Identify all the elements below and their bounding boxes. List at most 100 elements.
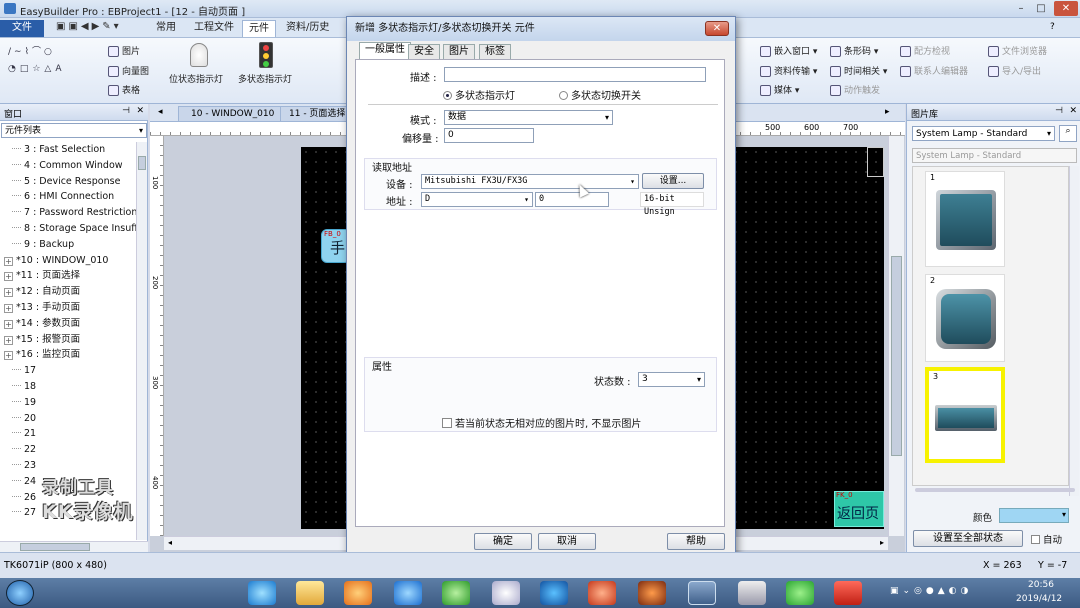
tree-item[interactable]: + *11 : 页面选择 [4, 268, 80, 283]
tree-item[interactable]: + *14 : 参数页面 [4, 316, 80, 331]
expand-icon[interactable]: + [4, 351, 13, 361]
radio-multi-switch[interactable]: 多状态切换开关 [559, 87, 641, 102]
quick-access-icons[interactable]: ▣▣◀▶✎▾ [56, 21, 122, 32]
tab-scroll-left-icon[interactable]: ◂ [158, 107, 163, 117]
contact-editor-button[interactable]: 联系人编辑器 [900, 64, 968, 77]
tab-data-history[interactable]: 资料/历史 [280, 20, 335, 37]
picture-button[interactable]: 图片 [108, 44, 140, 57]
expand-icon[interactable]: + [4, 335, 13, 345]
expand-icon[interactable]: + [4, 256, 13, 266]
document-icon[interactable] [738, 581, 766, 605]
tree-item[interactable]: 20 [12, 411, 36, 426]
tab-picture[interactable]: 图片 [443, 44, 475, 60]
tree-item[interactable]: 19 [12, 395, 36, 410]
canvas-object-frame[interactable] [867, 147, 884, 177]
address-type-select[interactable]: D ▾ [421, 192, 533, 207]
start-button-icon[interactable] [6, 580, 34, 606]
expand-icon[interactable]: + [4, 272, 13, 282]
return-button-object[interactable]: FK_0 返回页 [834, 491, 884, 527]
panel-close-icon[interactable]: ✕ [136, 106, 144, 116]
editor-vscrollbar[interactable] [888, 136, 904, 536]
editor-tab-page-select[interactable]: 11 - 页面选择 [280, 106, 355, 122]
ok-button[interactable]: 确定 [474, 533, 532, 550]
mode-select[interactable]: 数据 ▾ [444, 110, 613, 125]
tab-label[interactable]: 标签 [479, 44, 511, 60]
ie-icon[interactable] [248, 581, 276, 605]
tree-item[interactable]: 3 : Fast Selection [12, 142, 105, 157]
tree-item[interactable]: + *10 : WINDOW_010 [4, 253, 108, 268]
library-combo[interactable]: System Lamp - Standard ▾ [912, 126, 1055, 141]
states-select[interactable]: 3 ▾ [638, 372, 705, 387]
tray-icons[interactable]: ▣⌄◎●▲◐◑ [890, 586, 972, 596]
tree-scrollbar[interactable] [136, 142, 147, 540]
folder-icon[interactable] [296, 581, 324, 605]
tab-project[interactable]: 工程文件 [188, 20, 240, 37]
lamp-thumb-2[interactable]: 2 [925, 274, 1005, 362]
recorder-icon[interactable] [638, 581, 666, 605]
pin-icon[interactable]: ⊣ [122, 106, 130, 116]
tree-item[interactable]: 18 [12, 379, 36, 394]
address-input[interactable]: 0 [535, 192, 609, 207]
lamp-thumb-1[interactable]: 1 [925, 171, 1005, 267]
tree-item[interactable]: 17 [12, 363, 36, 378]
device-select[interactable]: Mitsubishi FX3U/FX3G ▾ [421, 174, 639, 189]
easybuilder-icon[interactable] [688, 581, 716, 605]
size-slider[interactable] [915, 488, 1075, 492]
desc-input[interactable] [444, 67, 706, 82]
pin-icon[interactable]: ⊣ [1055, 106, 1063, 116]
close-icon[interactable]: ✕ [1054, 1, 1078, 16]
expand-icon[interactable]: + [4, 319, 13, 329]
tree-item[interactable]: 21 [12, 426, 36, 441]
expand-icon[interactable]: + [4, 304, 13, 313]
bit-lamp-button[interactable]: 位状态指示灯 [169, 72, 223, 85]
tab-security[interactable]: 安全 [408, 44, 440, 60]
shape-tools-icons-2[interactable]: ◔□☆△A [8, 64, 66, 74]
device-settings-button[interactable]: 设置... [642, 173, 704, 189]
tree-item[interactable]: 4 : Common Window [12, 158, 123, 173]
file-browser-button[interactable]: 文件浏览器 [988, 44, 1047, 57]
tree-hscrollbar[interactable] [0, 541, 148, 552]
color-picker[interactable]: ▾ [999, 508, 1069, 523]
wechat-icon[interactable] [786, 581, 814, 605]
auto-checkbox[interactable]: 自动 [1031, 532, 1062, 546]
barcode-button[interactable]: 条形码 ▾ [830, 44, 878, 57]
tab-objects[interactable]: 元件 [242, 20, 276, 37]
offset-input[interactable]: 0 [444, 128, 534, 143]
set-all-states-button[interactable]: 设置至全部状态 [913, 530, 1023, 547]
import-export-button[interactable]: 导入/导出 [988, 64, 1041, 77]
tree-item[interactable]: 23 [12, 458, 36, 473]
radio-multi-lamp[interactable]: 多状态指示灯 [443, 87, 515, 102]
action-trigger-button[interactable]: 动作触发 [830, 83, 880, 96]
ff-app-icon[interactable] [834, 581, 862, 605]
media-player-icon[interactable] [344, 581, 372, 605]
tree-item[interactable]: + *16 : 监控页面 [4, 347, 80, 362]
media-button[interactable]: 媒体 ▾ [760, 83, 799, 96]
editor-tab-window10[interactable]: 10 - WINDOW_010 [178, 106, 288, 122]
sync-icon[interactable] [442, 581, 470, 605]
k-app-icon[interactable] [540, 581, 568, 605]
tree-item[interactable]: 5 : Device Response [12, 174, 120, 189]
maximize-icon[interactable]: □ [1032, 1, 1050, 16]
cancel-button[interactable]: 取消 [538, 533, 596, 550]
tab-common[interactable]: 常用 [150, 20, 182, 37]
tree-item[interactable]: 9 : Backup [12, 237, 74, 252]
tree-item[interactable]: 27 [12, 505, 36, 520]
help-icon[interactable]: ? [1050, 22, 1055, 32]
hide-picture-checkbox[interactable]: 若当前状态无相对应的图片时, 不显示图片 [442, 415, 641, 430]
expand-icon[interactable]: + [4, 288, 13, 298]
library-search-icon[interactable]: ⌕ [1059, 125, 1077, 142]
tree-item[interactable]: 22 [12, 442, 36, 457]
time-button[interactable]: 时间相关 ▾ [830, 64, 887, 77]
library-scrollbar[interactable] [1069, 166, 1079, 496]
tab-file[interactable]: 文件 [0, 20, 44, 37]
cloud-icon[interactable] [492, 581, 520, 605]
minimize-icon[interactable]: – [1012, 1, 1030, 16]
tree-item[interactable]: 7 : Password Restriction [12, 205, 136, 220]
tree-item[interactable]: 6 : HMI Connection [12, 189, 114, 204]
help-button[interactable]: 帮助 [667, 533, 725, 550]
panel-close-icon[interactable]: ✕ [1069, 106, 1077, 116]
tree-item[interactable]: + *13 : 手动页面 [4, 300, 80, 315]
browser-icon[interactable] [394, 581, 422, 605]
tab-general[interactable]: 一般属性 [359, 42, 411, 60]
multi-lamp-button[interactable]: 多状态指示灯 [238, 72, 292, 85]
